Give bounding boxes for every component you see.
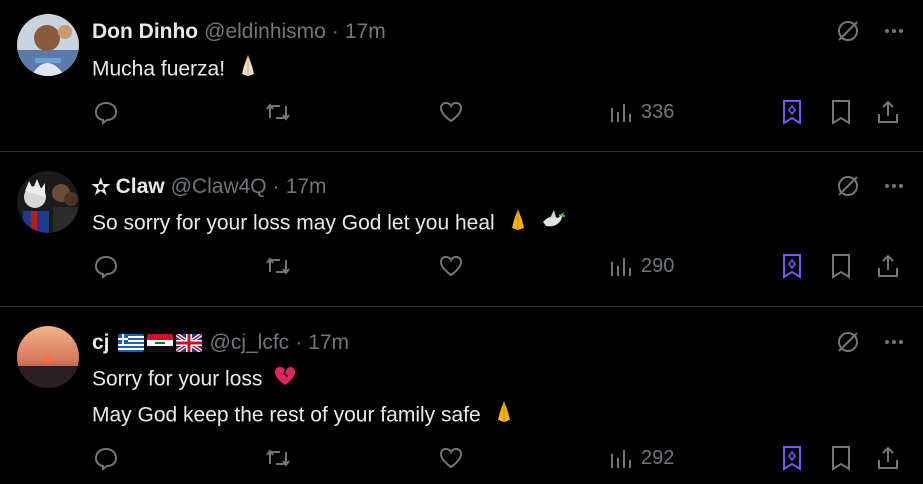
- grok-bookmark-icon[interactable]: [779, 252, 805, 280]
- timestamp[interactable]: 17m: [286, 175, 327, 199]
- handle[interactable]: @Claw4Q: [171, 175, 267, 199]
- views-count: 290: [641, 254, 675, 277]
- repost-icon[interactable]: [263, 98, 293, 126]
- tweet[interactable]: cj @cj_lcfc · 17m Sorry for your loss Ma…: [0, 307, 923, 475]
- handle[interactable]: @cj_lcfc: [210, 331, 290, 355]
- tweet-text-line: Sorry for your loss: [92, 367, 263, 391]
- folded-hands-emoji: [491, 398, 517, 434]
- tweet-header: Don Dinho @eldinhismo · 17m: [92, 17, 386, 47]
- reply-icon[interactable]: [92, 444, 120, 472]
- display-name[interactable]: Don Dinho: [92, 20, 198, 44]
- like-icon[interactable]: [437, 444, 465, 472]
- reply-icon[interactable]: [92, 252, 120, 280]
- folded-hands-emoji: [235, 52, 261, 88]
- tweet[interactable]: ✫ Claw @Claw4Q · 17m So sorry for your l…: [0, 152, 923, 307]
- star-prefix: ✫: [92, 175, 110, 199]
- views-count: 292: [641, 446, 675, 469]
- grok-icon[interactable]: [835, 173, 861, 204]
- timestamp[interactable]: 17m: [345, 20, 386, 44]
- grok-icon[interactable]: [835, 18, 861, 49]
- like-icon[interactable]: [437, 252, 465, 280]
- tweet-top-actions: [835, 173, 905, 204]
- handle[interactable]: @eldinhismo: [204, 20, 326, 44]
- tweet-text-line: Mucha fuerza!: [92, 57, 226, 81]
- more-icon[interactable]: [883, 331, 905, 358]
- bookmark-icon[interactable]: [828, 252, 854, 280]
- grok-icon[interactable]: [835, 329, 861, 360]
- tweet-text: Mucha fuerza!: [92, 52, 261, 88]
- dove-emoji: [540, 206, 566, 242]
- greece-flag-icon: [117, 334, 144, 352]
- broken-heart-emoji: [272, 362, 298, 398]
- tweet-header: ✫ Claw @Claw4Q · 17m: [92, 172, 327, 202]
- display-name[interactable]: Claw: [116, 175, 165, 199]
- views-icon: [609, 444, 633, 472]
- tweet-text-line: So sorry for your loss may God let you h…: [92, 211, 495, 235]
- tweet-header: cj @cj_lcfc · 17m: [92, 328, 349, 358]
- tweet-text: Sorry for your loss May God keep the res…: [92, 362, 517, 434]
- tweet-actions: 336: [0, 98, 923, 138]
- repost-icon[interactable]: [263, 444, 293, 472]
- share-icon[interactable]: [874, 252, 902, 280]
- iraq-flag-icon: [146, 334, 173, 352]
- reply-icon[interactable]: [92, 98, 120, 126]
- grok-bookmark-icon[interactable]: [779, 98, 805, 126]
- uk-flag-icon: [175, 334, 202, 352]
- separator: ·: [331, 20, 339, 43]
- tweet-text-line: May God keep the rest of your family saf…: [92, 403, 481, 427]
- views-button[interactable]: 290: [609, 252, 674, 280]
- more-icon[interactable]: [883, 20, 905, 47]
- grok-bookmark-icon[interactable]: [779, 444, 805, 472]
- tweet[interactable]: Don Dinho @eldinhismo · 17m Mucha fuerza…: [0, 0, 923, 152]
- share-icon[interactable]: [874, 444, 902, 472]
- display-name[interactable]: cj: [92, 331, 110, 355]
- folded-hands-emoji: [505, 206, 531, 242]
- bookmark-icon[interactable]: [828, 98, 854, 126]
- avatar[interactable]: [17, 326, 79, 388]
- tweet-top-actions: [835, 18, 905, 49]
- repost-icon[interactable]: [263, 252, 293, 280]
- more-icon[interactable]: [883, 175, 905, 202]
- tweet-text: So sorry for your loss may God let you h…: [92, 206, 566, 242]
- like-icon[interactable]: [437, 98, 465, 126]
- views-count: 336: [641, 100, 675, 123]
- views-icon: [609, 252, 633, 280]
- tweet-actions: 290: [0, 252, 923, 292]
- tweet-top-actions: [835, 329, 905, 360]
- avatar[interactable]: [17, 14, 79, 76]
- views-button[interactable]: 336: [609, 98, 674, 126]
- share-icon[interactable]: [874, 98, 902, 126]
- separator: ·: [295, 331, 303, 354]
- separator: ·: [272, 175, 280, 198]
- bookmark-icon[interactable]: [828, 444, 854, 472]
- views-icon: [609, 98, 633, 126]
- tweet-actions: 292: [0, 444, 923, 484]
- avatar[interactable]: [17, 171, 79, 233]
- views-button[interactable]: 292: [609, 444, 674, 472]
- timestamp[interactable]: 17m: [308, 331, 349, 355]
